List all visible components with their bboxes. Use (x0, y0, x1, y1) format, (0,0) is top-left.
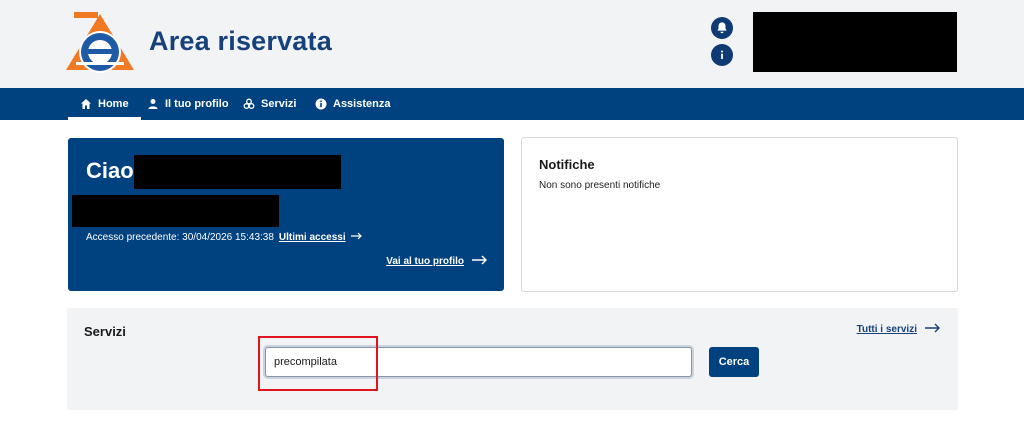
nav-label: Il tuo profilo (165, 98, 229, 110)
info-icon (315, 98, 327, 110)
nav-label: Home (98, 98, 129, 110)
nav-item-home[interactable]: Home (68, 88, 141, 120)
services-panel: Servizi Tutti i servizi Cerca (67, 308, 958, 410)
nav-item-services[interactable]: Servizi (243, 88, 296, 120)
arrow-right-icon[interactable] (925, 323, 941, 336)
notifications-card: Notifiche Non sono presenti notifiche (521, 137, 958, 292)
app-title: Area riservata (149, 26, 332, 56)
all-services-link[interactable]: Tutti i servizi (857, 323, 941, 336)
service-search-input[interactable] (265, 347, 692, 377)
profile-link[interactable]: Vai al tuo profilo (386, 255, 488, 268)
info-icon[interactable] (711, 44, 733, 66)
last-access-link[interactable]: Ultimi accessi (279, 232, 346, 243)
redacted-user-area (753, 12, 957, 72)
welcome-card: Ciao, Accesso precedente: 30/04/2026 15:… (68, 138, 504, 291)
agenzia-entrate-logo[interactable] (64, 12, 136, 74)
user-icon (148, 99, 158, 109)
notifications-empty-text: Non sono presenti notifiche (539, 180, 661, 191)
services-title: Servizi (84, 324, 126, 339)
nav-label: Assistenza (333, 98, 391, 110)
search-button[interactable]: Cerca (709, 347, 759, 377)
redacted-detail (72, 195, 279, 227)
all-services-label[interactable]: Tutti i servizi (857, 324, 917, 335)
bell-icon[interactable] (711, 17, 733, 39)
home-icon (81, 99, 91, 109)
greeting: Ciao, (86, 158, 140, 183)
arrow-right-icon[interactable] (472, 255, 488, 268)
previous-access-text: Accesso precedente: 30/04/2026 15:43:38 (86, 232, 274, 243)
nav-item-assistance[interactable]: Assistenza (315, 88, 390, 120)
profile-link-label[interactable]: Vai al tuo profilo (386, 256, 464, 267)
arrow-right-icon[interactable] (350, 232, 363, 243)
header: Area riservata (0, 0, 1024, 88)
nav-label: Servizi (261, 98, 297, 110)
nav-item-profile[interactable]: Il tuo profilo (147, 88, 229, 120)
main-nav: Home Il tuo profilo Servizi Assistenza (0, 88, 1024, 120)
redacted-name (134, 155, 341, 189)
notifications-title: Notifiche (539, 157, 595, 172)
services-icon (243, 98, 255, 109)
previous-access: Accesso precedente: 30/04/2026 15:43:38 … (86, 232, 363, 243)
